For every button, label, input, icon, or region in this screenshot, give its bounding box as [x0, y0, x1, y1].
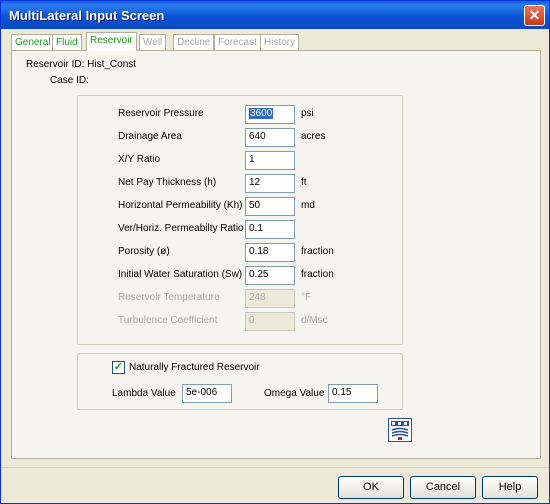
naturally-fractured-checkbox[interactable]: ✓: [112, 361, 125, 374]
porosity-input[interactable]: 0.18: [245, 243, 295, 262]
horizontal-permeability-label: Horizontal Permeability (Kh): [118, 200, 243, 211]
reservoir-pressure-label: Reservoir Pressure: [118, 108, 204, 119]
turbulence-coefficient-unit: d/Msc: [301, 315, 328, 326]
tab-reservoir[interactable]: Reservoir: [86, 32, 137, 51]
water-saturation-label: Initial Water Saturation (Sw): [118, 269, 243, 280]
water-saturation-input[interactable]: 0.25: [245, 266, 295, 285]
porosity-unit: fraction: [301, 246, 334, 257]
lambda-value-input[interactable]: 5e-006: [182, 384, 232, 403]
tab-general[interactable]: General: [11, 34, 55, 50]
omega-value-label: Omega Value: [264, 388, 325, 399]
title-bar[interactable]: MultiLateral Input Screen ✕: [1, 1, 549, 29]
porosity-label: Porosity (ø): [118, 246, 170, 257]
input-screen-window: MultiLateral Input Screen ✕ General Flui…: [0, 0, 550, 504]
case-id-label: Case ID:: [50, 75, 89, 86]
xy-ratio-input[interactable]: 1: [245, 151, 295, 170]
tab-fluid[interactable]: Fluid: [52, 34, 82, 50]
net-pay-thickness-input[interactable]: 12: [245, 174, 295, 193]
reservoir-temperature-unit: °F: [301, 292, 312, 303]
tab-history: History: [260, 34, 300, 50]
reservoir-id-text: Reservoir ID: Hist_Const: [26, 59, 137, 70]
reservoir-temperature-label: Reservoir Temperature: [118, 292, 220, 303]
horizontal-permeability-input[interactable]: 50: [245, 197, 295, 216]
turbulence-coefficient-input: 0: [245, 312, 295, 331]
help-button[interactable]: Help: [482, 476, 538, 499]
tab-well: Well: [139, 34, 167, 50]
reservoir-temperature-input: 248: [245, 289, 295, 308]
reservoir-tab-panel: Reservoir ID: Hist_Const Case ID: Reserv…: [11, 50, 541, 459]
net-pay-thickness-unit: ft: [301, 177, 307, 188]
fractured-reservoir-group: ✓ Naturally Fractured Reservoir Lambda V…: [77, 353, 403, 410]
permeability-ratio-input[interactable]: 0.1: [245, 220, 295, 239]
cancel-button[interactable]: Cancel: [410, 476, 476, 499]
tab-decline: Decline: [173, 34, 215, 50]
water-saturation-unit: fraction: [301, 269, 334, 280]
drainage-area-label: Drainage Area: [118, 131, 182, 142]
reservoir-pressure-input[interactable]: 3600: [245, 105, 295, 124]
reservoir-pressure-unit: psi: [301, 108, 314, 119]
close-icon: ✕: [528, 7, 541, 23]
drainage-area-unit: acres: [301, 131, 326, 142]
naturally-fractured-label: Naturally Fractured Reservoir: [129, 362, 260, 373]
xy-ratio-label: X/Y Ratio: [118, 154, 161, 165]
net-pay-thickness-label: Net Pay Thickness (h): [118, 177, 217, 188]
close-button[interactable]: ✕: [524, 5, 545, 26]
checkmark-icon: ✓: [113, 361, 124, 373]
window-title: MultiLateral Input Screen: [9, 8, 165, 23]
ok-button[interactable]: OK: [338, 476, 404, 499]
tab-forecast: Forecast: [214, 34, 261, 50]
dialog-button-bar: OK Cancel Help: [1, 467, 549, 503]
turbulence-coefficient-label: Turbulence Coefficient: [118, 315, 218, 326]
reservoir-parameters-group: Reservoir Pressure 3600 psi Drainage Are…: [77, 95, 403, 345]
omega-value-input[interactable]: 0.15: [328, 384, 378, 403]
permeability-ratio-label: Ver/Horiz. Permeabilty Ratio: [118, 223, 244, 234]
app-logo-icon: [388, 418, 412, 442]
horizontal-permeability-unit: md: [301, 200, 315, 211]
drainage-area-input[interactable]: 640: [245, 128, 295, 147]
lambda-value-label: Lambda Value: [112, 388, 176, 399]
